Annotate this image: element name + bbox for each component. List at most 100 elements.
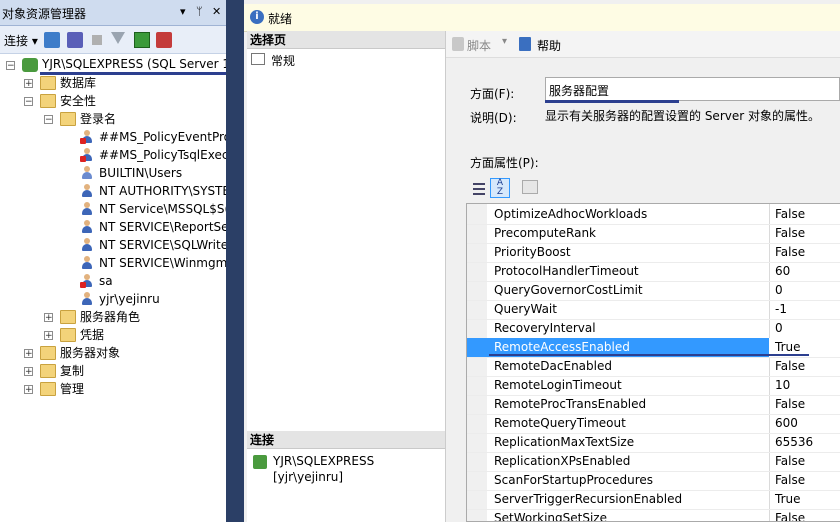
property-row[interactable]: RemoteDacEnabled False <box>467 357 840 377</box>
property-value[interactable]: -1 <box>775 300 787 319</box>
property-value[interactable]: False <box>775 471 805 490</box>
folder-icon <box>60 112 76 126</box>
alphabetical-sort-icon[interactable]: AZ <box>490 178 510 198</box>
property-value[interactable]: True <box>775 490 801 509</box>
property-value[interactable]: False <box>775 243 805 262</box>
dialog-toolbar: 脚本 ▾ 帮助 <box>446 31 840 58</box>
login-icon <box>80 201 94 217</box>
property-value[interactable]: 0 <box>775 281 783 300</box>
property-value[interactable]: 10 <box>775 376 790 395</box>
expand-icon[interactable]: + <box>44 331 53 341</box>
property-value[interactable]: False <box>775 509 805 521</box>
page-selector-pane: 选择页 常规 连接 YJR\SQLEXPRESS [yjr\yejinru] <box>247 31 446 522</box>
login-label: ##MS_PolicyTsqlExecu <box>99 148 226 162</box>
expand-icon[interactable]: + <box>24 79 33 89</box>
tree-node-server-objects[interactable]: + 服务器对象 <box>0 344 226 362</box>
expand-icon[interactable]: + <box>24 385 33 395</box>
property-name: ProtocolHandlerTimeout <box>494 264 639 278</box>
stop-icon[interactable] <box>92 35 102 45</box>
property-value[interactable]: False <box>775 205 805 224</box>
login-item[interactable]: BUILTIN\Users <box>0 164 226 182</box>
property-value[interactable]: False <box>775 395 805 414</box>
property-value[interactable]: 0 <box>775 319 783 338</box>
help-button[interactable]: 帮助 <box>537 37 561 54</box>
status-text: 就绪 <box>268 12 293 26</box>
property-row[interactable]: SetWorkingSetSize False <box>467 509 840 521</box>
dropdown-icon[interactable]: ▾ <box>180 5 186 18</box>
property-row[interactable]: ReplicationXPsEnabled False <box>467 452 840 472</box>
connect-button[interactable]: 连接 ▾ <box>4 32 38 49</box>
chevron-down-icon[interactable]: ▾ <box>502 36 507 47</box>
login-icon <box>80 237 94 253</box>
property-row[interactable]: ServerTriggerRecursionEnabled True <box>467 490 840 510</box>
login-item[interactable]: ##MS_PolicyTsqlExecu <box>0 146 226 164</box>
login-label: ##MS_PolicyEventPro <box>99 130 226 144</box>
activity-monitor-icon[interactable] <box>156 32 172 48</box>
close-icon[interactable]: ✕ <box>212 5 221 18</box>
property-row[interactable]: PrecomputeRank False <box>467 224 840 244</box>
login-item[interactable]: NT SERVICE\ReportSe <box>0 218 226 236</box>
tree-node-databases[interactable]: + 数据库 <box>0 74 226 92</box>
property-name: PriorityBoost <box>494 245 571 259</box>
filter-icon[interactable] <box>111 32 125 44</box>
tree-label: 数据库 <box>60 76 97 90</box>
login-item[interactable]: NT AUTHORITY\SYSTE <box>0 182 226 200</box>
collapse-icon[interactable]: − <box>6 61 15 71</box>
property-row[interactable]: ProtocolHandlerTimeout 60 <box>467 262 840 282</box>
property-row[interactable]: RemoteLoginTimeout 10 <box>467 376 840 396</box>
property-row[interactable]: PriorityBoost False <box>467 243 840 263</box>
tree-node-server[interactable]: − YJR\SQLEXPRESS (SQL Server 1 <box>0 56 226 75</box>
tree-node-credentials[interactable]: + 凭据 <box>0 326 226 344</box>
property-row[interactable]: QueryGovernorCostLimit 0 <box>467 281 840 301</box>
property-value[interactable]: 65536 <box>775 433 813 452</box>
property-row[interactable]: RemoteProcTransEnabled False <box>467 395 840 415</box>
property-row[interactable]: ReplicationMaxTextSize 65536 <box>467 433 840 453</box>
splitter[interactable] <box>226 0 244 522</box>
tree-node-logins[interactable]: − 登录名 <box>0 110 226 128</box>
script-button[interactable]: 脚本 <box>467 37 491 54</box>
property-row[interactable]: ScanForStartupProcedures False <box>467 471 840 491</box>
property-row[interactable]: OptimizeAdhocWorkloads False <box>467 205 840 225</box>
login-item[interactable]: NT SERVICE\Winmgm <box>0 254 226 272</box>
disconnect-icon[interactable] <box>67 32 83 48</box>
tree-node-replication[interactable]: + 复制 <box>0 362 226 380</box>
property-value[interactable]: False <box>775 357 805 376</box>
tree-label: 复制 <box>60 364 85 378</box>
login-icon <box>80 291 94 307</box>
property-grid[interactable]: OptimizeAdhocWorkloads False PrecomputeRan… <box>466 203 840 522</box>
property-value[interactable]: False <box>775 452 805 471</box>
property-value[interactable]: 60 <box>775 262 790 281</box>
login-disabled-icon <box>80 147 94 163</box>
expand-icon[interactable]: + <box>24 349 33 359</box>
folder-icon <box>40 346 56 360</box>
tree-node-server-roles[interactable]: + 服务器角色 <box>0 308 226 326</box>
property-value[interactable]: 600 <box>775 414 798 433</box>
login-item[interactable]: sa <box>0 272 226 290</box>
property-value[interactable]: False <box>775 224 805 243</box>
tree-node-security[interactable]: − 安全性 <box>0 92 226 110</box>
login-label: NT AUTHORITY\SYSTE <box>99 184 226 198</box>
login-item[interactable]: NT Service\MSSQL$S( <box>0 200 226 218</box>
login-item[interactable]: NT SERVICE\SQLWrite <box>0 236 226 254</box>
connection-server-icon <box>253 455 267 469</box>
login-disabled-icon <box>80 129 94 145</box>
connection-server: YJR\SQLEXPRESS <box>273 454 375 468</box>
property-row[interactable]: RemoteQueryTimeout 600 <box>467 414 840 434</box>
login-item[interactable]: ##MS_PolicyEventPro <box>0 128 226 146</box>
facet-select[interactable]: 服务器配置 <box>545 77 840 101</box>
refresh-icon[interactable] <box>134 32 150 48</box>
property-pages-icon[interactable] <box>522 180 538 194</box>
pin-icon[interactable]: ᛘ <box>196 5 203 18</box>
connect-object-icon[interactable] <box>44 32 60 48</box>
property-name: ScanForStartupProcedures <box>494 473 654 487</box>
expand-icon[interactable]: + <box>44 313 53 323</box>
expand-icon[interactable]: + <box>24 367 33 377</box>
page-item-general[interactable]: 常规 <box>251 51 441 69</box>
property-row[interactable]: RecoveryInterval 0 <box>467 319 840 339</box>
collapse-icon[interactable]: − <box>24 97 33 107</box>
tree-node-management[interactable]: + 管理 <box>0 380 226 398</box>
categorized-icon[interactable] <box>470 179 490 199</box>
login-item[interactable]: yjr\yejinru <box>0 290 226 308</box>
property-row[interactable]: QueryWait -1 <box>467 300 840 320</box>
collapse-icon[interactable]: − <box>44 115 53 125</box>
